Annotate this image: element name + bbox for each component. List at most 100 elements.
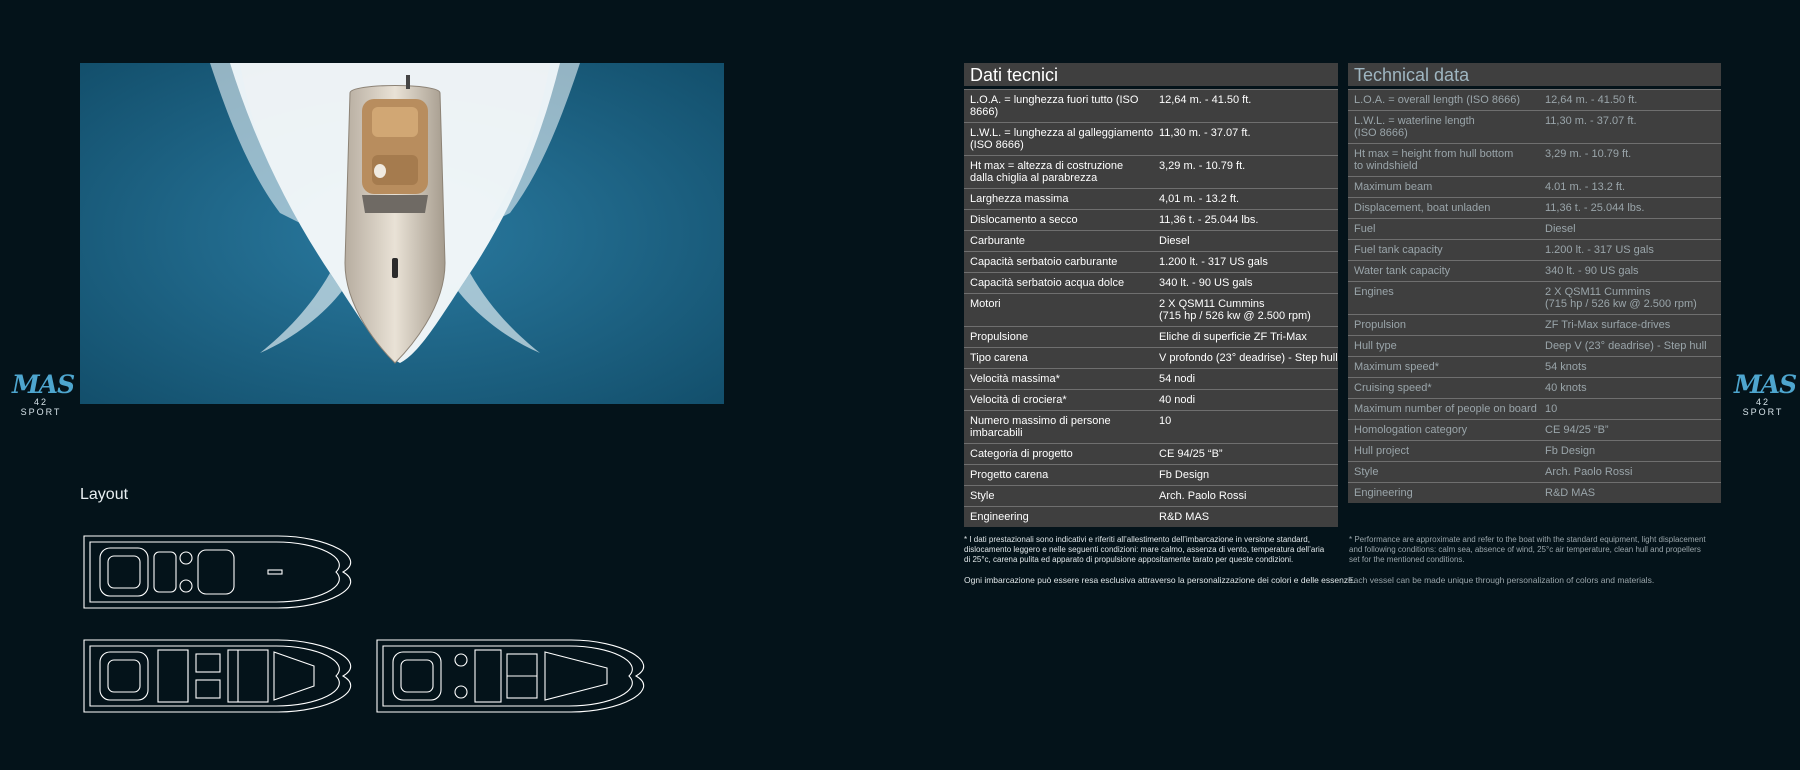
spec-label: Larghezza massima [970, 193, 1069, 205]
spec-label: Dislocamento a secco [970, 214, 1078, 226]
spec-value: 40 nodi [1159, 394, 1196, 406]
spec-value: 2 X QSM11 Cummins (715 hp / 526 kw @ 2.5… [1159, 298, 1311, 322]
table-row: Velocità massima* 54 nodi [964, 368, 1338, 389]
table-row: L.W.L. = waterline length (ISO 8666) 11,3… [1348, 110, 1721, 143]
specs-table-italian: Dati tecnici L.O.A. = lunghezza fuori tu… [964, 63, 1338, 527]
spec-label: Numero massimo di persone imbarcabili [970, 415, 1111, 439]
spec-value: 340 lt. - 90 US gals [1545, 265, 1639, 277]
table-row: Displacement, boat unladen 11,36 t. - 25.… [1348, 197, 1721, 218]
table-row: Progetto carena Fb Design [964, 464, 1338, 485]
spec-label: Style [1354, 466, 1379, 478]
table-row: Hull project Fb Design [1348, 440, 1721, 461]
table-row: Engineering R&D MAS [1348, 482, 1721, 503]
spec-value: Deep V (23° deadrise) - Step hull [1545, 340, 1707, 352]
layout-heading: Layout [80, 486, 129, 503]
spec-label: Homologation category [1354, 424, 1468, 436]
spec-value: 12,64 m. - 41.50 ft. [1159, 94, 1252, 106]
spec-label: Maximum number of people on board [1354, 403, 1537, 415]
table-row: Ht max = height from hull bottom to wind… [1348, 143, 1721, 176]
spec-value: V profondo (23° deadrise) - Step hull [1159, 352, 1338, 364]
deck-plans [83, 535, 644, 713]
table-body: L.O.A. = overall length (ISO 8666) 12,64 … [1348, 89, 1721, 503]
table-row: Style Arch. Paolo Rossi [964, 485, 1338, 506]
spec-label: Engines [1354, 286, 1394, 298]
deck-plan-top [83, 535, 351, 609]
brand-logo-right: MAS 42 SPORT [1734, 370, 1797, 417]
spec-value: 4,01 m. - 13.2 ft. [1159, 193, 1240, 205]
table-row: L.W.L. = lunghezza al galleggiamento (IS… [964, 122, 1338, 155]
table-row: Carburante Diesel [964, 230, 1338, 251]
table-header: Dati tecnici [964, 63, 1338, 89]
table-row: Water tank capacity 340 lt. - 90 US gals [1348, 260, 1721, 281]
spec-label: Progetto carena [970, 469, 1049, 481]
spec-value: R&D MAS [1159, 511, 1210, 523]
spec-label: Maximum beam [1354, 181, 1433, 193]
table-row: Fuel tank capacity 1.200 lt. - 317 US gal… [1348, 239, 1721, 260]
logo-wordmark: MAS [1734, 370, 1797, 399]
spec-value: Diesel [1545, 223, 1576, 235]
table-row: Propulsion ZF Tri-Max surface-drives [1348, 314, 1721, 335]
spec-label: Hull project [1354, 445, 1410, 457]
table-row: Cruising speed* 40 knots [1348, 377, 1721, 398]
spec-value: CE 94/25 “B” [1159, 448, 1223, 460]
spec-label: Displacement, boat unladen [1354, 202, 1491, 214]
spec-label: L.W.L. = waterline length (ISO 8666) [1354, 115, 1475, 139]
spec-value: 11,30 m. - 37.07 ft. [1545, 115, 1637, 127]
table-title: Technical data [1354, 65, 1470, 85]
table-row: Propulsione Eliche di superficie ZF Tri-M… [964, 326, 1338, 347]
spec-value: 4.01 m. - 13.2 ft. [1545, 181, 1626, 193]
footnote-english: * Performance are approximate and refer … [1349, 535, 1706, 564]
spec-label: Hull type [1354, 340, 1397, 352]
spec-value: Arch. Paolo Rossi [1545, 466, 1633, 478]
spec-value: 12,64 m. - 41.50 ft. [1545, 94, 1638, 106]
spec-value: R&D MAS [1545, 487, 1596, 499]
spec-value: 10 [1159, 415, 1172, 427]
table-row: Motori 2 X QSM11 Cummins (715 hp / 526 kw… [964, 293, 1338, 326]
spec-label: Velocità massima* [970, 373, 1060, 385]
table-row: Style Arch. Paolo Rossi [1348, 461, 1721, 482]
spec-label: Capacità serbatoio acqua dolce [970, 277, 1125, 289]
tagline-italian: Ogni imbarcazione può essere resa esclus… [964, 575, 1356, 585]
spec-value: 2 X QSM11 Cummins (715 hp / 526 kw @ 2.5… [1545, 286, 1697, 310]
spec-value: Fb Design [1159, 469, 1210, 481]
table-body: L.O.A. = lunghezza fuori tutto (ISO 8666… [964, 89, 1338, 527]
spec-label: Engineering [1354, 487, 1413, 499]
spec-label: Fuel [1354, 223, 1376, 235]
table-row: Engineering R&D MAS [964, 506, 1338, 527]
table-row: Larghezza massima 4,01 m. - 13.2 ft. [964, 188, 1338, 209]
table-row: Ht max = altezza di costruzione dalla ch… [964, 155, 1338, 188]
spec-value: 3,29 m. - 10.79 ft. [1545, 148, 1632, 160]
spec-label: Carburante [970, 235, 1026, 247]
spec-label: Ht max = altezza di costruzione dalla ch… [970, 160, 1124, 184]
spec-value: Fb Design [1545, 445, 1596, 457]
spec-value: CE 94/25 “B” [1545, 424, 1609, 436]
spec-value: 54 nodi [1159, 373, 1196, 385]
table-row: L.O.A. = lunghezza fuori tutto (ISO 8666… [964, 89, 1338, 122]
table-header: Technical data [1348, 63, 1721, 89]
spec-label: L.O.A. = lunghezza fuori tutto (ISO 8666… [970, 94, 1139, 118]
logo-model: 42 SPORT [20, 397, 62, 417]
table-row: Fuel Diesel [1348, 218, 1721, 239]
spec-label: Categoria di progetto [970, 448, 1073, 460]
table-row: Maximum speed* 54 knots [1348, 356, 1721, 377]
spec-value: ZF Tri-Max surface-drives [1545, 319, 1671, 331]
table-title: Dati tecnici [970, 65, 1059, 85]
table-row: Capacità serbatoio acqua dolce 340 lt. - … [964, 272, 1338, 293]
spec-label: Maximum speed* [1354, 361, 1439, 373]
spec-label: Fuel tank capacity [1354, 244, 1443, 256]
spec-label: Style [970, 490, 995, 502]
spec-label: L.O.A. = overall length (ISO 8666) [1354, 94, 1521, 106]
spec-value: 11,36 t. - 25.044 lbs. [1545, 202, 1645, 214]
table-row: Velocità di crociera* 40 nodi [964, 389, 1338, 410]
spec-value: Diesel [1159, 235, 1190, 247]
spec-value: 11,36 t. - 25.044 lbs. [1159, 214, 1259, 226]
spec-value: 40 knots [1545, 382, 1587, 394]
spec-value: Eliche di superficie ZF Tri-Max [1159, 331, 1307, 343]
table-row: Capacità serbatoio carburante 1.200 lt. -… [964, 251, 1338, 272]
table-row: Engines 2 X QSM11 Cummins (715 hp / 526 k… [1348, 281, 1721, 314]
footnote-italian: * I dati prestazionali sono indicativi e… [964, 535, 1325, 564]
spec-value: 340 lt. - 90 US gals [1159, 277, 1253, 289]
spec-label: Propulsion [1354, 319, 1406, 331]
spec-label: L.W.L. = lunghezza al galleggiamento (IS… [970, 127, 1154, 151]
table-row: Tipo carena V profondo (23° deadrise) - S… [964, 347, 1338, 368]
